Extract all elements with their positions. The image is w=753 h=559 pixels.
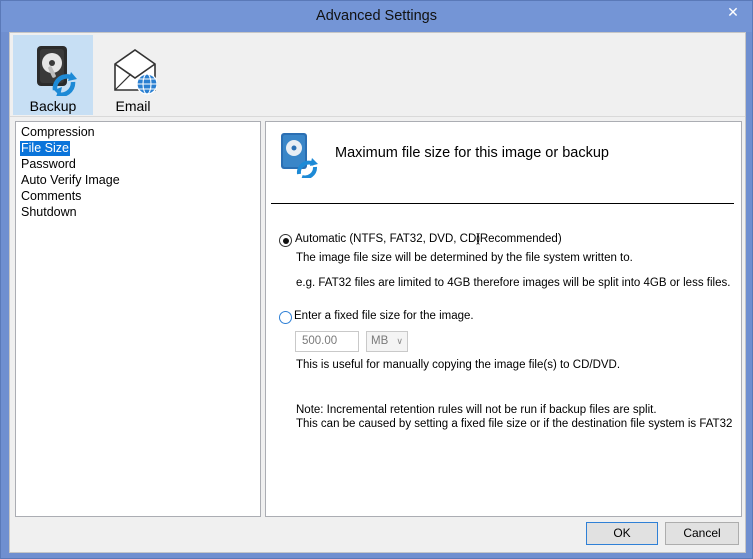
ok-button[interactable]: OK [586, 522, 658, 545]
note-line-1: Note: Incremental retention rules will n… [296, 404, 657, 416]
fixed-size-radio[interactable] [279, 311, 292, 324]
panel-heading: Maximum file size for this image or back… [335, 145, 609, 161]
tab-email-label: Email [115, 98, 151, 114]
category-item-compression[interactable]: Compression [20, 125, 96, 140]
category-item-shutdown[interactable]: Shutdown [20, 205, 78, 220]
email-globe-icon [114, 49, 157, 95]
cancel-button[interactable]: Cancel [665, 522, 739, 545]
backup-drive-icon [281, 133, 318, 178]
window-title: Advanced Settings [316, 8, 437, 24]
size-unit-select[interactable]: MB ∨ [366, 331, 408, 352]
category-item-file-size[interactable]: File Size [20, 141, 70, 156]
tab-email[interactable]: Email [93, 35, 173, 115]
dialog-client-area: Backup Email Compression File Size Passw… [9, 32, 746, 553]
settings-ribbon: Backup Email [10, 33, 745, 117]
file-size-panel: Maximum file size for this image or back… [265, 121, 742, 517]
auto-size-label[interactable]: Automatic (NTFS, FAT32, DVD, CD) [295, 233, 480, 245]
category-list[interactable]: Compression File Size Password Auto Veri… [15, 121, 261, 517]
size-unit-value: MB [371, 335, 389, 347]
auto-size-example: e.g. FAT32 files are limited to 4GB ther… [296, 277, 731, 289]
note-line-2: This can be caused by setting a fixed fi… [296, 418, 733, 430]
backup-drive-icon [37, 46, 77, 96]
title-bar[interactable]: Advanced Settings ✕ [1, 1, 752, 32]
auto-size-description: The image file size will be determined b… [296, 252, 633, 264]
tab-backup[interactable]: Backup [13, 35, 93, 115]
auto-size-radio[interactable] [279, 234, 292, 247]
tab-backup-label: Backup [29, 98, 77, 114]
fixed-size-description: This is useful for manually copying the … [296, 359, 621, 371]
category-item-password[interactable]: Password [20, 157, 77, 172]
close-button[interactable]: ✕ [720, 2, 746, 22]
recommended-tag: (Recommended) [476, 233, 562, 245]
file-size-input[interactable]: 500.00 [295, 331, 359, 352]
chevron-down-icon: ∨ [396, 336, 403, 346]
fixed-size-label[interactable]: Enter a fixed file size for the image. [294, 310, 474, 322]
heading-divider [271, 203, 734, 204]
advanced-settings-window: Advanced Settings ✕ Backup Email Compres… [0, 0, 753, 559]
category-item-comments[interactable]: Comments [20, 189, 82, 204]
category-item-auto-verify-image[interactable]: Auto Verify Image [20, 173, 121, 188]
